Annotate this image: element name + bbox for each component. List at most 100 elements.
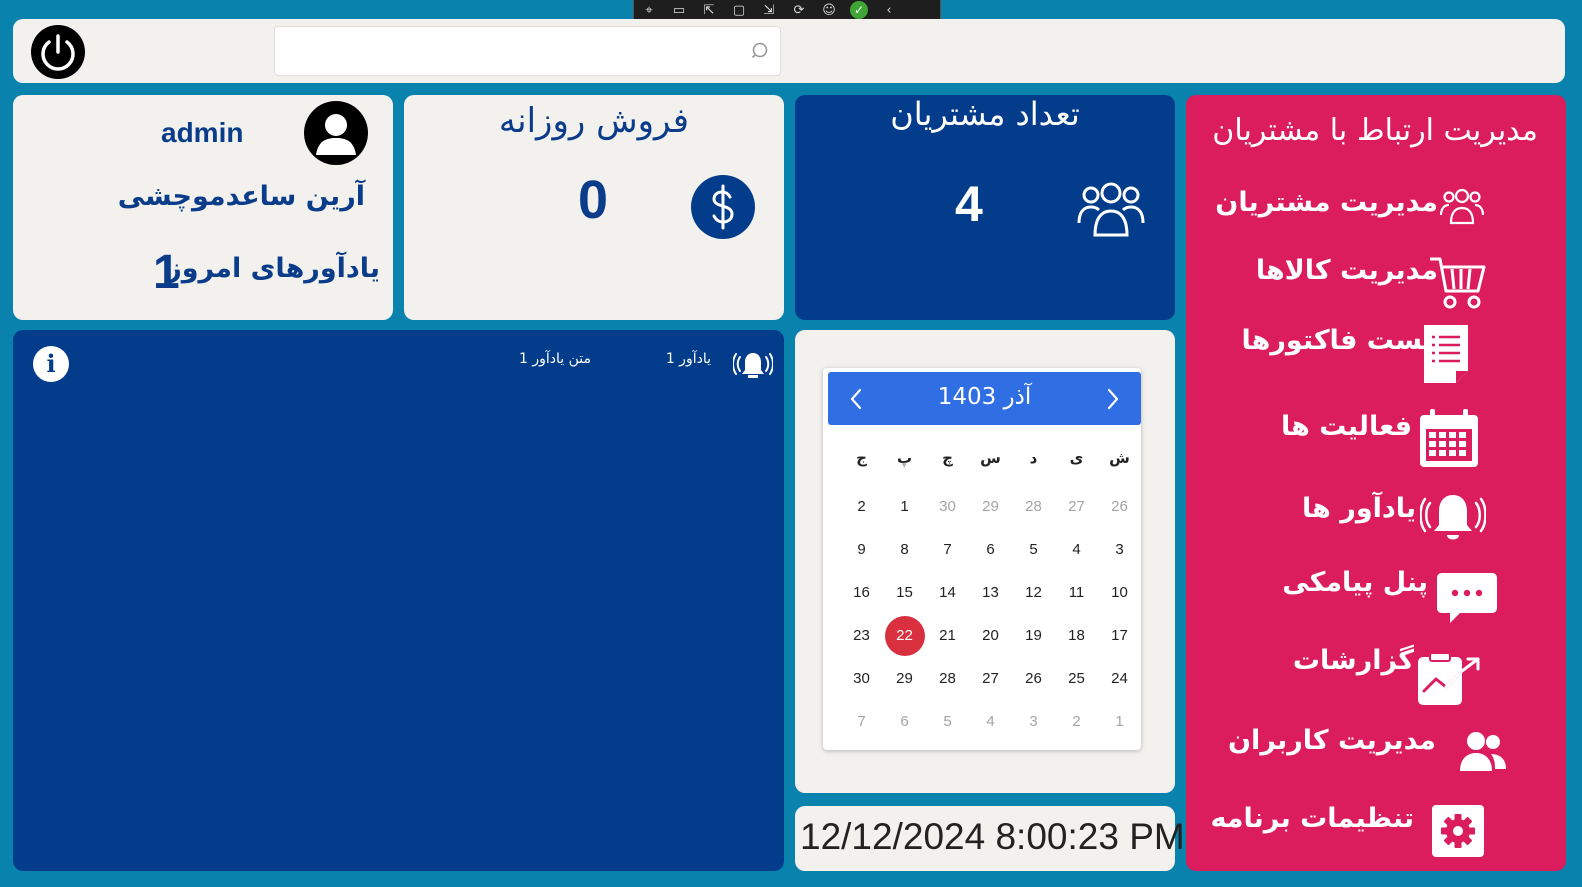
calendar-day[interactable]: 15 [883,571,926,614]
calendar-day[interactable]: 24 [1098,657,1141,700]
menu-item-reminders[interactable]: یادآور ها [1246,487,1546,549]
hot-reload-icon[interactable]: ⟳ [790,3,808,18]
calendar-week: 26 27 28 29 30 1 2 [828,485,1141,528]
calendar-week: 3 4 5 6 7 8 9 [828,528,1141,571]
calendar-day[interactable]: 14 [926,571,969,614]
pointer-icon[interactable]: ⇲ [760,3,778,18]
calendar-day[interactable]: 2 [1055,700,1098,743]
calendar-day[interactable]: 9 [840,528,883,571]
debug-toolbar: ⌖ ▭ ⇱ ▢ ⇲ ⟳ ☺ ✓ ‹ [633,0,941,21]
reminder-title: یادآور 1 [665,351,711,367]
calendar-day-today[interactable]: 22 [883,614,926,657]
calendar-day[interactable]: 19 [1012,614,1055,657]
calendar-day[interactable]: 7 [840,700,883,743]
users-icon [1460,732,1506,771]
menu-item-label: فعالیت ها [1280,411,1412,442]
calendar-day[interactable]: 20 [969,614,1012,657]
reminder-row[interactable]: متن یادآور 1 یادآور 1 [493,348,783,378]
menu-item-label: یادآور ها [1302,493,1416,524]
calendar-day[interactable]: 6 [969,528,1012,571]
check-icon[interactable]: ✓ [850,1,868,19]
menu-item-label: مدیریت کاربران [1228,725,1436,756]
collapse-icon[interactable]: ‹ [880,3,898,18]
menu-item-label: لیست فاکتورها [1241,325,1445,356]
calendar-day[interactable]: 5 [926,700,969,743]
calendar-day[interactable]: 6 [883,700,926,743]
crm-menu: مدیریت ارتباط با مشتریان مدیریت مشتریان … [1186,95,1566,871]
today-reminders-label: یادآورهای امروز [166,253,380,284]
calendar-next-button[interactable] [1099,384,1127,414]
select-icon[interactable]: ⇱ [700,3,718,18]
calendar-day[interactable]: 27 [1055,485,1098,528]
calendar-day[interactable]: 26 [1098,485,1141,528]
calendar-day[interactable]: 21 [926,614,969,657]
calendar-day[interactable]: 3 [1098,528,1141,571]
calendar-prev-button[interactable] [842,384,870,414]
inspect-icon[interactable]: ⌖ [640,3,658,18]
calendar-grid: ش ی د س چ پ ج 26 27 28 29 30 1 2 3 4 5 6… [828,443,1141,743]
customers-group-icon [1077,182,1145,237]
menu-item-products[interactable]: مدیریت کالاها [1246,253,1546,315]
username: admin [161,117,244,148]
menu-item-users[interactable]: مدیریت کاربران [1228,723,1546,783]
search-input[interactable] [274,26,781,76]
calendar-day[interactable]: 4 [969,700,1012,743]
user-card: admin آرین ساعدموچشی یادآورهای امروز 1 [13,95,393,320]
calendar-day[interactable]: 12 [1012,571,1055,614]
report-icon [1418,652,1480,705]
calendar-weekday-row: ش ی د س چ پ ج [828,443,1141,473]
calendar-day[interactable]: 13 [969,571,1012,614]
calendar-day[interactable]: 27 [969,657,1012,700]
calendar-day[interactable]: 11 [1055,571,1098,614]
accessibility-icon[interactable]: ☺ [820,3,838,18]
calendar-day[interactable]: 26 [1012,657,1055,700]
calendar-day[interactable]: 29 [883,657,926,700]
menu-item-reports[interactable]: گزارشات [1246,643,1546,707]
calendar-day[interactable]: 23 [840,614,883,657]
menu-item-settings[interactable]: تنظیمات برنامه [1210,801,1546,861]
calendar-day[interactable]: 28 [926,657,969,700]
calendar-day[interactable]: 7 [926,528,969,571]
menu-item-label: گزارشات [1292,645,1414,676]
search-icon[interactable] [751,41,771,61]
chat-icon [1437,573,1497,623]
record-icon[interactable]: ▭ [670,3,688,18]
info-icon[interactable]: i [33,346,69,382]
power-button[interactable] [31,25,85,79]
calendar-day[interactable]: 5 [1012,528,1055,571]
reminders-panel: i متن یادآور 1 یادآور 1 [13,330,784,871]
customers-count-value: 4 [955,176,983,232]
calendar-day[interactable]: 10 [1098,571,1141,614]
menu-item-customers[interactable]: مدیریت مشتریان [1215,181,1546,237]
calendar-day[interactable]: 29 [969,485,1012,528]
avatar-icon[interactable] [304,101,368,165]
calendar-day[interactable]: 30 [926,485,969,528]
menu-item-label: مدیریت کالاها [1255,255,1438,286]
calendar-day[interactable]: 1 [1098,700,1141,743]
clock-card: 12/12/2024 8:00:23 PM [795,806,1185,871]
today-reminders-count: 1 [153,246,180,299]
calendar-day[interactable]: 2 [840,485,883,528]
calendar-day[interactable]: 30 [840,657,883,700]
weekday-label: د [1029,449,1038,467]
calendar-day[interactable]: 3 [1012,700,1055,743]
calendar-day[interactable]: 18 [1055,614,1098,657]
weekday-label: ج [856,449,867,467]
menu-item-activities[interactable]: فعالیت ها [1246,407,1546,469]
invoice-icon [1424,325,1468,383]
calendar-day[interactable]: 25 [1055,657,1098,700]
calendar-day[interactable]: 16 [840,571,883,614]
menu-item-sms-panel[interactable]: پنل پیامکی [1246,565,1546,627]
calendar-header: آذر 1403 [828,372,1141,425]
calendar-day[interactable]: 4 [1055,528,1098,571]
calendar-day[interactable]: 17 [1098,614,1141,657]
calendar-day[interactable]: 8 [883,528,926,571]
calendar-day[interactable]: 28 [1012,485,1055,528]
daily-sales-value: 0 [578,170,609,230]
crm-menu-title: مدیریت ارتباط با مشتریان [1212,113,1538,148]
customers-count-card: تعداد مشتریان 4 [795,95,1175,320]
calendar-day[interactable]: 1 [883,485,926,528]
calendar-month-title[interactable]: آذر 1403 [828,384,1141,410]
menu-item-invoices[interactable]: لیست فاکتورها [1242,323,1546,385]
layout-icon[interactable]: ▢ [730,3,748,18]
